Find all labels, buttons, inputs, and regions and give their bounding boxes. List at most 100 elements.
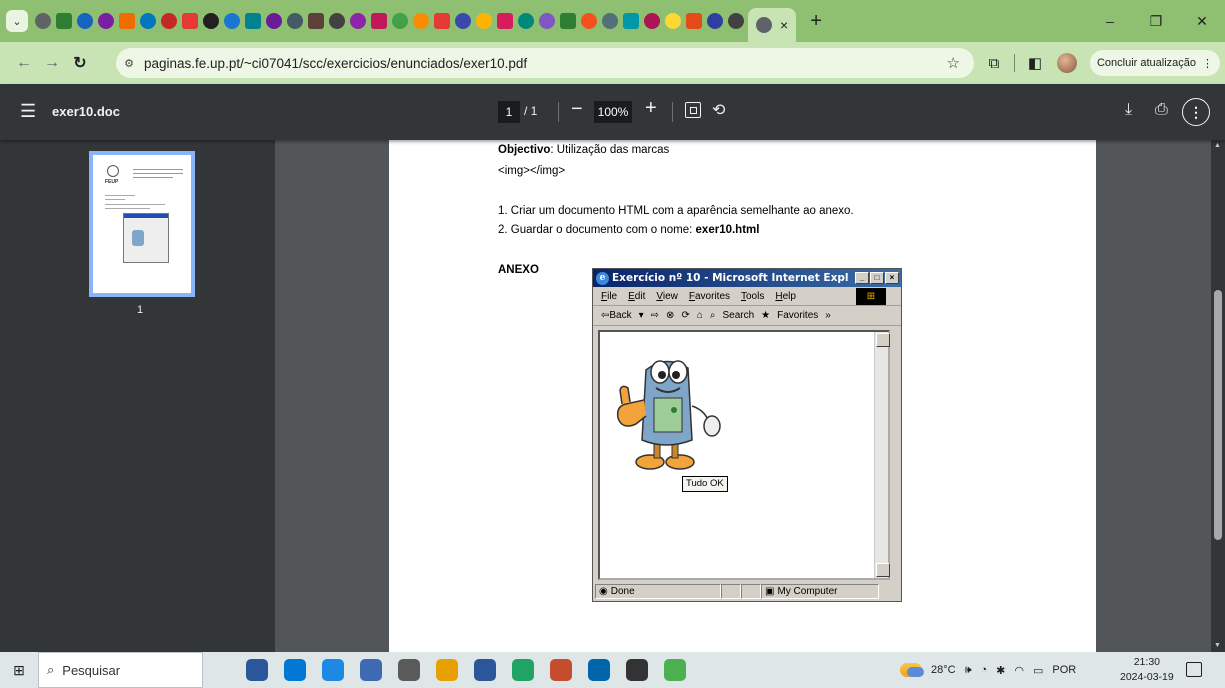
windows-start-icon[interactable]: ⊞ — [0, 662, 38, 679]
taskbar-app-icon[interactable] — [284, 659, 306, 681]
taskbar-clock[interactable]: 21:30 2024-03-19 — [1120, 655, 1174, 685]
back-arrow-icon[interactable]: ← — [10, 54, 38, 72]
more-actions-button[interactable]: ⋮ — [1182, 98, 1210, 126]
bluetooth-icon[interactable]: ✱ — [996, 664, 1005, 677]
viewer-scrollbar[interactable]: ▲ ▼ — [1211, 140, 1225, 652]
tab-favicon-icon[interactable] — [517, 13, 534, 29]
tab-favicon-icon[interactable] — [412, 13, 429, 29]
address-bar[interactable]: ⚙ paginas.fe.up.pt/~ci07041/scc/exercici… — [116, 48, 974, 78]
new-tab-button[interactable]: + — [810, 10, 822, 33]
weather-temperature[interactable]: 28°C — [931, 664, 956, 676]
pdf-viewport[interactable]: Objectivo: Utilização das marcas <img></… — [275, 140, 1225, 652]
thumb-line — [133, 173, 183, 174]
tab-favicon-icon[interactable] — [643, 13, 660, 29]
page-thumbnail[interactable]: FEUP — [89, 151, 195, 297]
tab-favicon-icon[interactable] — [55, 13, 72, 29]
ie-close-icon: × — [885, 272, 899, 284]
ie-search-icon: ⌕ — [709, 310, 716, 321]
tab-favicon-icon[interactable] — [181, 13, 198, 29]
notifications-icon[interactable] — [1186, 662, 1202, 677]
bookmark-star-icon[interactable]: ☆ — [947, 54, 960, 72]
ie-status-bar: ◉ Done ▣ My Computer — [595, 583, 899, 600]
tab-favicon-icon[interactable] — [244, 13, 261, 29]
weather-icon[interactable] — [900, 663, 924, 677]
tab-favicon-icon[interactable] — [538, 13, 555, 29]
tab-favicon-icon[interactable] — [118, 13, 135, 29]
extensions-icon[interactable]: ⧉ — [980, 55, 1008, 72]
site-info-icon[interactable]: ⚙ — [120, 57, 138, 70]
fit-page-icon[interactable] — [685, 102, 701, 118]
tab-favicon-icon[interactable] — [139, 13, 156, 29]
tab-favicon-icon[interactable] — [727, 13, 744, 29]
side-panel-icon[interactable]: ◧ — [1021, 54, 1049, 72]
tab-favicon-icon[interactable] — [601, 13, 618, 29]
tab-favicon-icon[interactable] — [349, 13, 366, 29]
search-icon: ⌕ — [47, 662, 55, 677]
menu-icon[interactable]: ☰ — [20, 101, 36, 122]
tab-favicon-icon[interactable] — [286, 13, 303, 29]
ie-scrollbar — [874, 332, 890, 578]
keyboard-icon[interactable]: ▭ — [1033, 664, 1043, 677]
tab-favicon-icon[interactable] — [76, 13, 93, 29]
rotate-icon[interactable]: ⟲ — [712, 100, 725, 120]
taskbar-app-icon[interactable] — [626, 659, 648, 681]
zoom-input[interactable]: 100% — [594, 101, 632, 123]
taskbar-search[interactable]: ⌕ Pesquisar — [38, 652, 203, 688]
tab-favicon-icon[interactable] — [160, 13, 177, 29]
tab-favicon-icon[interactable] — [265, 13, 282, 29]
minimize-button[interactable]: – — [1087, 13, 1133, 29]
reload-icon[interactable]: ↻ — [66, 53, 94, 73]
zoom-out-button[interactable]: − — [571, 98, 583, 121]
taskbar-app-icon[interactable] — [550, 659, 572, 681]
download-icon[interactable]: ⤓ — [1125, 101, 1132, 119]
profile-avatar[interactable] — [1057, 53, 1077, 73]
zoom-in-button[interactable]: + — [645, 97, 657, 120]
taskbar-app-icon[interactable] — [246, 659, 268, 681]
page-number-input[interactable]: 1 — [498, 101, 520, 123]
close-window-button[interactable]: ✕ — [1179, 13, 1225, 30]
restore-button[interactable]: ❐ — [1133, 13, 1179, 30]
tab-favicon-icon[interactable] — [328, 13, 345, 29]
tab-favicon-icon[interactable] — [454, 13, 471, 29]
tab-search-button[interactable]: ⌄ — [6, 10, 28, 32]
taskbar-app-icon[interactable] — [512, 659, 534, 681]
scroll-up-icon[interactable]: ▲ — [1214, 142, 1221, 149]
tab-favicon-icon[interactable] — [202, 13, 219, 29]
tab-favicon-icon[interactable] — [391, 13, 408, 29]
scroll-down-icon[interactable]: ▼ — [1214, 642, 1221, 649]
wifi-icon[interactable]: ◠ — [1014, 664, 1024, 677]
tab-favicon-icon[interactable] — [370, 13, 387, 29]
tab-favicon-icon[interactable] — [580, 13, 597, 29]
tab-favicon-icon[interactable] — [622, 13, 639, 29]
tab-favicon-icon[interactable] — [475, 13, 492, 29]
print-icon[interactable]: ⎙ — [1155, 101, 1168, 119]
tab-favicon-icon[interactable] — [664, 13, 681, 29]
tab-favicon-icon[interactable] — [706, 13, 723, 29]
ie-dropdown-icon: ▾ — [638, 310, 644, 321]
update-button[interactable]: Concluir atualização ⋮ — [1090, 50, 1220, 76]
tab-favicon-icon[interactable] — [496, 13, 513, 29]
tab-favicon-icon[interactable] — [559, 13, 576, 29]
tab-favicon-icon[interactable] — [685, 13, 702, 29]
scrollbar-thumb[interactable] — [1214, 290, 1222, 540]
ie-search-label: Search — [722, 310, 755, 321]
tab-favicon-icon[interactable] — [433, 13, 450, 29]
tab-favicon-icon[interactable] — [223, 13, 240, 29]
taskbar-app-icon[interactable] — [588, 659, 610, 681]
thumb-line — [105, 208, 150, 209]
tab-favicon-icon[interactable] — [307, 13, 324, 29]
taskbar-app-icon[interactable] — [436, 659, 458, 681]
volume-icon[interactable]: 🕪 — [965, 664, 972, 677]
taskbar-app-icon[interactable] — [664, 659, 686, 681]
taskbar-app-icon[interactable] — [474, 659, 496, 681]
taskbar-app-icon[interactable] — [360, 659, 382, 681]
tab-favicon-icon[interactable] — [34, 13, 51, 29]
forward-arrow-icon[interactable]: → — [38, 54, 66, 72]
language-indicator[interactable]: POR — [1052, 664, 1076, 676]
tab-favicon-icon[interactable] — [97, 13, 114, 29]
tab-close-icon[interactable]: × — [780, 17, 788, 33]
taskbar-app-icon[interactable] — [322, 659, 344, 681]
tab-active[interactable]: × — [748, 8, 797, 42]
network-icon[interactable]: ◔ — [981, 664, 988, 676]
taskbar-app-icon[interactable] — [398, 659, 420, 681]
